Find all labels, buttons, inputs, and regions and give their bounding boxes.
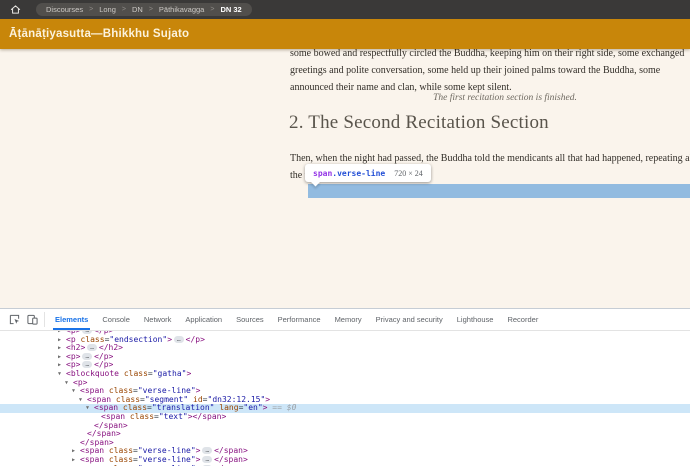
toolbar-divider [44, 312, 45, 327]
collapsed-content-ellipsis[interactable]: … [82, 353, 92, 360]
breadcrumb-separator: > [210, 6, 214, 13]
collapsed-content-ellipsis[interactable]: … [202, 456, 212, 463]
code-token: class [130, 412, 154, 421]
breadcrumb-item[interactable]: DN 32 [220, 5, 241, 14]
breadcrumb-item[interactable]: Discourses [46, 5, 83, 14]
browser-window: Discourses > Long > DN > Pāthikavagga > DN 32 Āṭ… [0, 0, 690, 466]
endsection-note: The first recitation section is finished… [290, 93, 690, 103]
expand-arrow-icon[interactable]: ▶ [58, 344, 61, 353]
tooltip-tag-name: span [313, 169, 332, 178]
page-title: Āṭānāṭiyasutta—Bhikkhu Sujato [9, 28, 189, 40]
page-content: some bowed and respectfully circled the … [0, 19, 690, 308]
devtools-tab-network[interactable]: Network [137, 309, 179, 330]
code-token: "text" [159, 412, 188, 421]
home-icon [10, 4, 21, 15]
device-toolbar-icon [27, 314, 38, 325]
devtools-tab-sources[interactable]: Sources [229, 309, 271, 330]
devtools-tabs: ElementsConsoleNetworkApplicationSources… [48, 309, 545, 330]
devtools-elements-tree: ▶<p>…</p>▶<p class="endsection">…</p>▶<h… [0, 331, 690, 466]
home-button[interactable] [7, 2, 23, 18]
collapsed-content-ellipsis[interactable]: … [82, 331, 92, 334]
collapse-arrow-icon[interactable]: ▼ [72, 387, 75, 396]
breadcrumb-separator: > [122, 6, 126, 13]
breadcrumb-item[interactable]: Pāthikavagga [159, 5, 204, 14]
code-token: == $0 [267, 403, 296, 412]
inspect-tooltip: span.verse-line 720 × 24 [305, 164, 431, 182]
collapse-arrow-icon[interactable]: ▼ [86, 404, 89, 413]
sutta-header: Āṭānāṭiyasutta—Bhikkhu Sujato [0, 19, 690, 49]
devtools-toolbar: ElementsConsoleNetworkApplicationSources… [0, 309, 690, 331]
breadcrumb: Discourses > Long > DN > Pāthikavagga > DN 32 [36, 3, 252, 16]
paragraph-recitation-end: some bowed and respectfully circled the … [290, 45, 690, 96]
collapsed-content-ellipsis[interactable]: … [82, 361, 92, 368]
collapsed-content-ellipsis[interactable]: … [174, 336, 184, 343]
devtools-tab-lighthouse[interactable]: Lighthouse [450, 309, 501, 330]
devtools-tab-elements[interactable]: Elements [48, 309, 95, 330]
collapse-arrow-icon[interactable]: ▼ [58, 370, 61, 379]
devtools-tab-console[interactable]: Console [95, 309, 137, 330]
code-token: > [167, 335, 172, 344]
code-token: "en" [243, 403, 262, 412]
expand-arrow-icon[interactable]: ▶ [72, 447, 75, 456]
expand-arrow-icon[interactable]: ▶ [58, 336, 61, 345]
site-topbar: Discourses > Long > DN > Pāthikavagga > DN 32 [0, 0, 690, 19]
collapse-arrow-icon[interactable]: ▼ [65, 379, 68, 388]
code-token: > [186, 369, 191, 378]
devtools-tab-memory[interactable]: Memory [328, 309, 369, 330]
devtools-panel: ElementsConsoleNetworkApplicationSources… [0, 308, 690, 466]
code-token: </span> [193, 412, 227, 421]
expand-arrow-icon[interactable]: ▶ [58, 361, 61, 370]
code-token: </p> [186, 335, 205, 344]
inspect-element-button[interactable] [5, 309, 23, 330]
breadcrumb-item[interactable]: Long [99, 5, 116, 14]
code-token: "gatha" [153, 369, 187, 378]
devtools-tab-privacy-and-security[interactable]: Privacy and security [369, 309, 450, 330]
devtools-tab-performance[interactable]: Performance [271, 309, 328, 330]
collapse-arrow-icon[interactable]: ▼ [79, 396, 82, 405]
tooltip-dimensions: 720 × 24 [394, 169, 423, 178]
tooltip-selector: span.verse-line [313, 169, 385, 178]
expand-arrow-icon[interactable]: ▶ [72, 456, 75, 465]
devtools-tab-recorder[interactable]: Recorder [500, 309, 545, 330]
collapsed-content-ellipsis[interactable]: … [87, 344, 97, 351]
tooltip-class-name: .verse-line [332, 169, 385, 178]
breadcrumb-item[interactable]: DN [132, 5, 143, 14]
breadcrumb-separator: > [149, 6, 153, 13]
devtools-tab-application[interactable]: Application [178, 309, 229, 330]
code-token: class [124, 369, 148, 378]
text-line: greetings and polite conversation, some … [290, 62, 690, 79]
devtools-tree-row[interactable]: ▼<blockquote class="gatha"> [0, 370, 690, 379]
inspect-element-icon [9, 314, 20, 325]
section-heading: 2. The Second Recitation Section [289, 112, 549, 134]
breadcrumb-separator: > [89, 6, 93, 13]
device-toolbar-button[interactable] [23, 309, 41, 330]
inspect-highlight-overlay [308, 184, 690, 198]
expand-arrow-icon[interactable]: ▶ [58, 353, 61, 362]
collapsed-content-ellipsis[interactable]: … [202, 447, 212, 454]
